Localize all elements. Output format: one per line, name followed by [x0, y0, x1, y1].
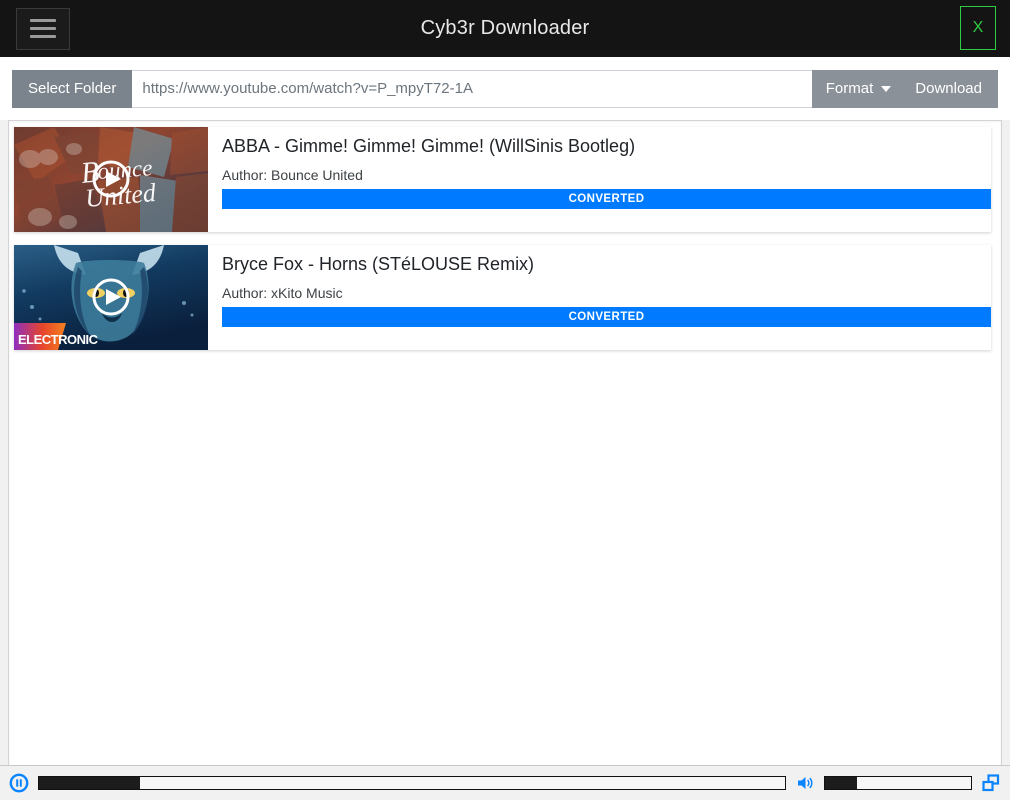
- thumbnail-artwork-electronic: ELECTRONIC: [14, 245, 208, 350]
- close-button[interactable]: X: [960, 6, 996, 50]
- list-item-body: Bryce Fox - Horns (STéLOUSE Remix) Autho…: [208, 245, 991, 350]
- list-item-title: ABBA - Gimme! Gimme! Gimme! (WillSinis B…: [222, 136, 636, 156]
- hamburger-menu-icon: [30, 35, 56, 38]
- toolbar: Select Folder Format Download: [0, 57, 1010, 120]
- format-dropdown-button[interactable]: Format: [811, 69, 906, 108]
- app-window: Cyb3r Downloader X Select Folder Format …: [0, 0, 1010, 800]
- format-dropdown-label: Format: [825, 80, 874, 97]
- windowed-mode-button[interactable]: [980, 772, 1002, 794]
- download-list: B ounce United ABBA - Gimme! Gimme! Gimm…: [9, 121, 1001, 350]
- list-item-title: Bryce Fox - Horns (STéLOUSE Remix): [222, 254, 535, 274]
- list-item-body: ABBA - Gimme! Gimme! Gimme! (WillSinis B…: [208, 127, 991, 232]
- speaker-volume-icon: [798, 777, 813, 789]
- volume-slider[interactable]: [824, 776, 972, 790]
- status-badge: CONVERTED: [222, 307, 991, 328]
- volume-slider-fill: [825, 777, 858, 789]
- hamburger-menu-button[interactable]: [16, 7, 70, 50]
- pause-circle-icon: [9, 773, 29, 793]
- pause-button[interactable]: [8, 772, 30, 794]
- chevron-down-icon: [881, 85, 892, 92]
- list-item-author: Author: Bounce United: [222, 167, 363, 184]
- thumbnail-artwork-bounce-united: B ounce United: [14, 127, 208, 232]
- download-list-panel: B ounce United ABBA - Gimme! Gimme! Gimm…: [8, 120, 1002, 765]
- download-button[interactable]: Download: [905, 69, 998, 108]
- url-input[interactable]: [132, 69, 812, 108]
- hamburger-menu-icon: [30, 19, 56, 22]
- list-item[interactable]: ELECTRONIC Bryce Fox - Horns (STéLOUSE R…: [14, 245, 991, 350]
- toolbar-group: Select Folder Format Download: [12, 69, 998, 108]
- thumbnail[interactable]: B ounce United: [14, 127, 208, 232]
- select-folder-button[interactable]: Select Folder: [12, 69, 133, 108]
- thumbnail-category-badge: ELECTRONIC: [18, 332, 99, 347]
- list-item-author: Author: xKito Music: [222, 285, 343, 302]
- seek-slider-fill: [39, 777, 140, 789]
- seek-slider[interactable]: [38, 776, 786, 790]
- page-title: Cyb3r Downloader: [420, 17, 590, 39]
- thumbnail[interactable]: ELECTRONIC: [14, 245, 208, 350]
- picture-in-picture-icon: [982, 774, 1000, 792]
- list-item[interactable]: B ounce United ABBA - Gimme! Gimme! Gimm…: [14, 127, 991, 232]
- title-bar: Cyb3r Downloader X: [0, 0, 1010, 57]
- media-player-bar: [0, 765, 1010, 800]
- volume-button[interactable]: [794, 772, 816, 794]
- status-badge: CONVERTED: [222, 189, 991, 210]
- hamburger-menu-icon: [30, 27, 56, 30]
